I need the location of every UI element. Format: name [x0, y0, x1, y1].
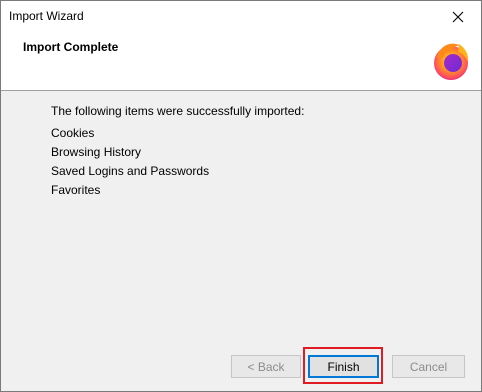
firefox-logo-icon [434, 43, 469, 80]
window-title: Import Wizard [9, 9, 84, 23]
imported-item: Browsing History [51, 145, 142, 159]
page-title: Import Complete [23, 40, 119, 54]
close-button[interactable] [435, 1, 481, 32]
title-bar: Import Wizard [1, 1, 481, 32]
finish-button[interactable]: Finish [308, 355, 379, 378]
wizard-header: Import Complete [1, 32, 481, 91]
close-icon [452, 11, 464, 22]
import-results: The following items were successfully im… [51, 104, 451, 200]
imported-item: Favorites [51, 183, 101, 197]
imported-item: Saved Logins and Passwords [51, 164, 210, 178]
intro-text: The following items were successfully im… [51, 104, 305, 118]
import-wizard-window: Import Wizard Import Complete The follow… [0, 0, 482, 392]
back-button[interactable]: < Back [231, 355, 301, 378]
imported-item: Cookies [51, 126, 95, 140]
cancel-button[interactable]: Cancel [392, 355, 465, 378]
